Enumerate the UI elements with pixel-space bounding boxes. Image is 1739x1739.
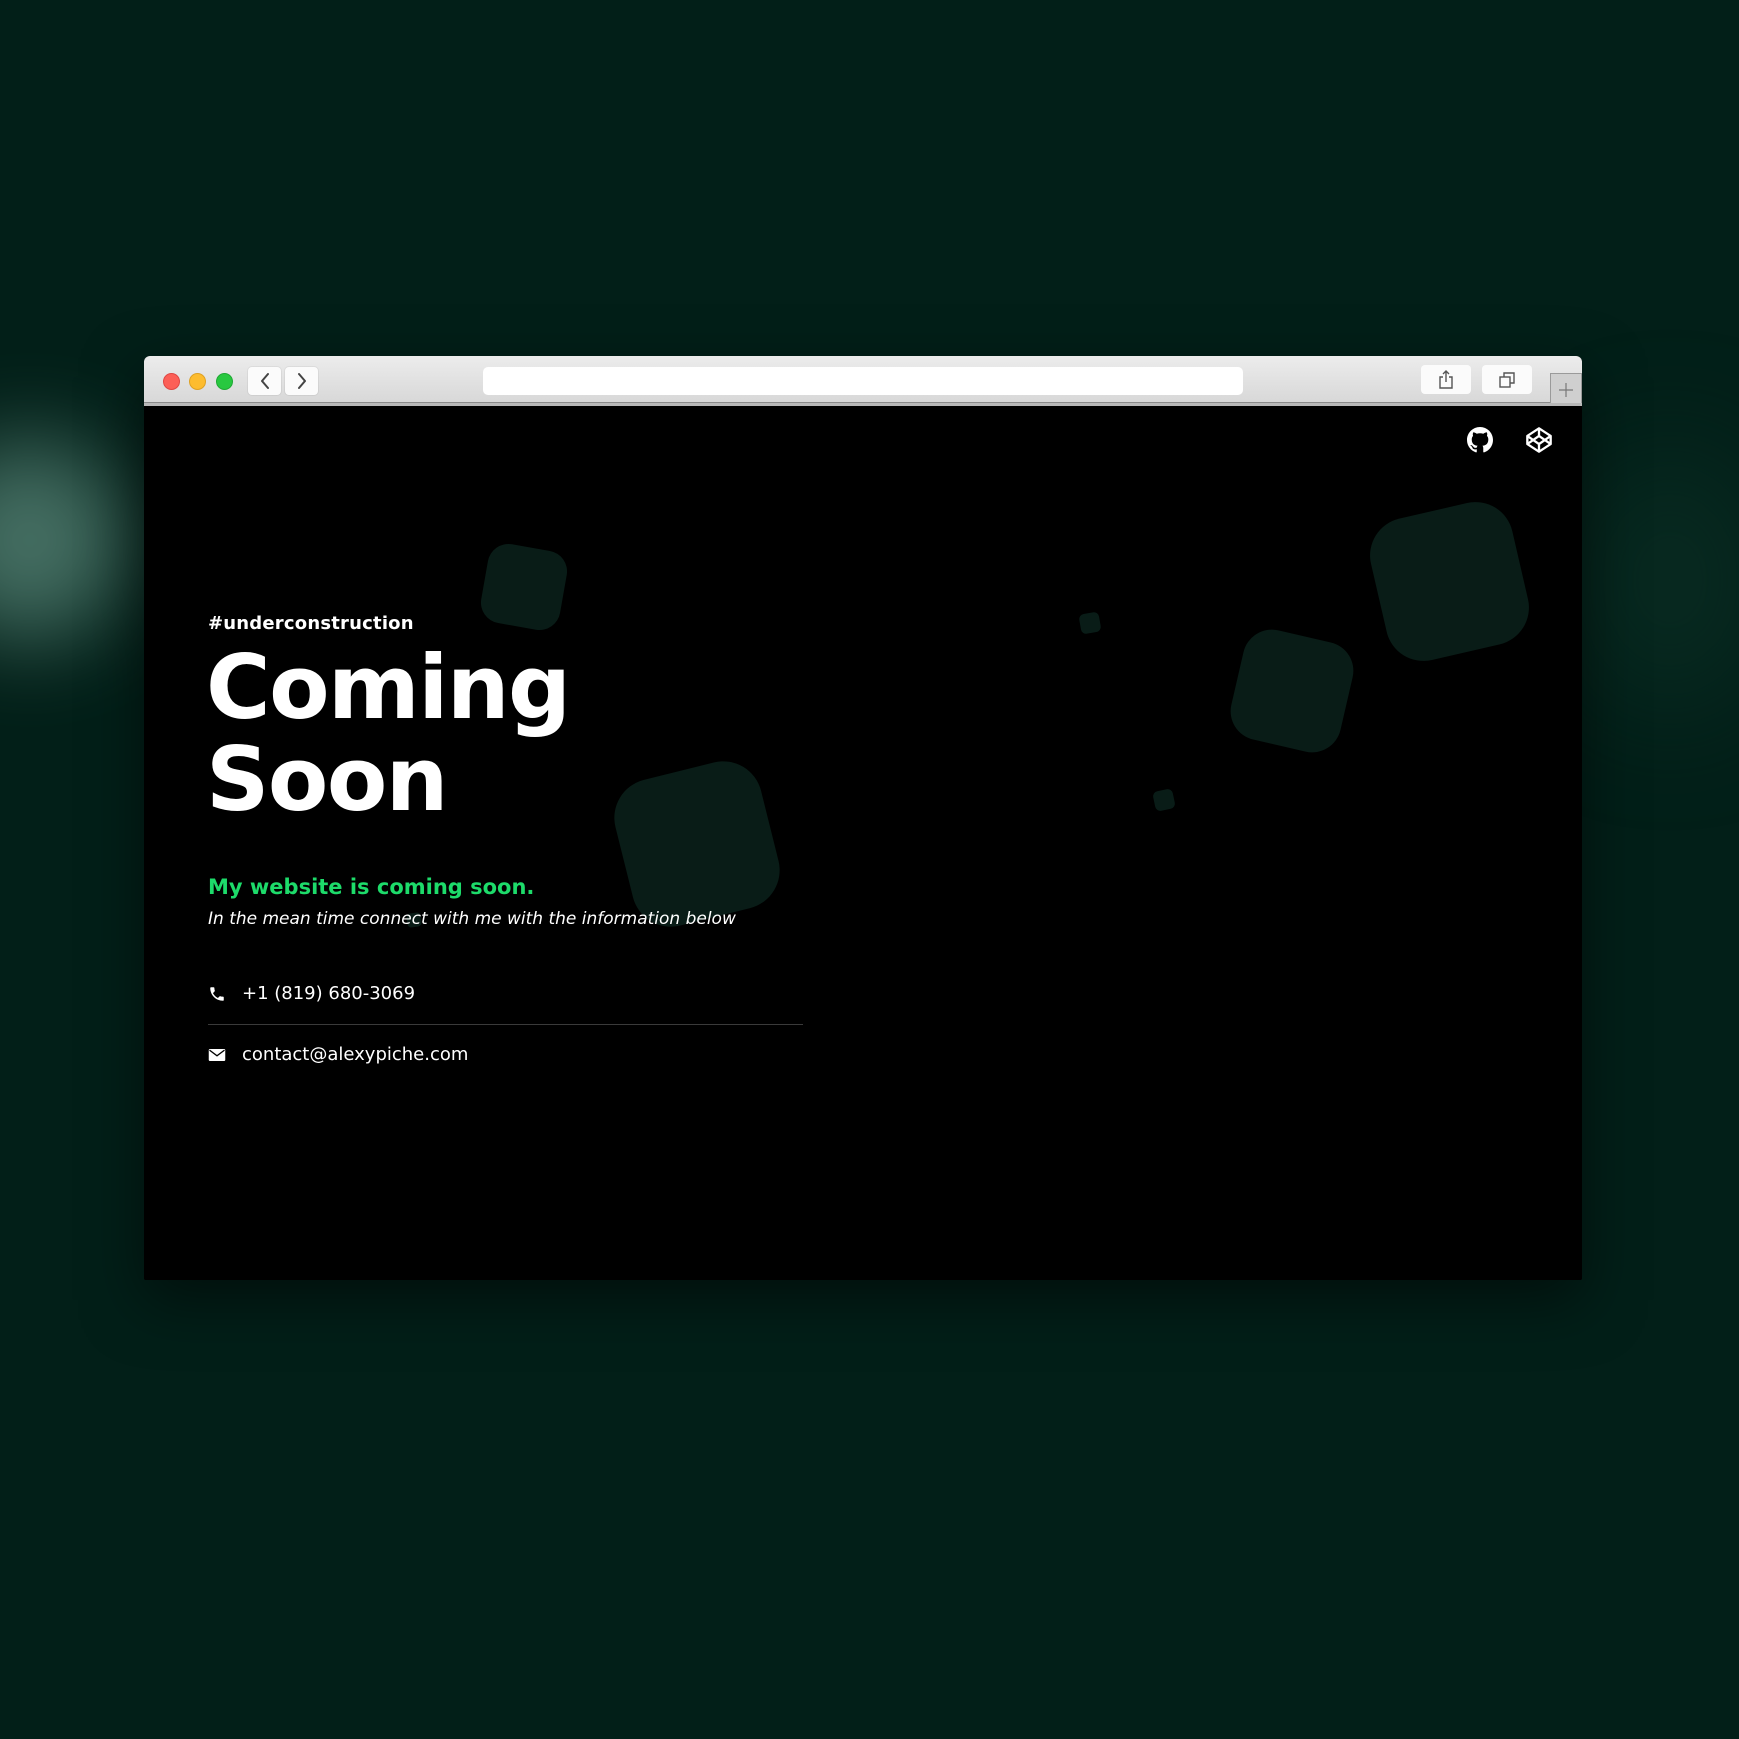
phone-icon — [208, 985, 242, 1003]
codepen-icon — [1526, 427, 1552, 453]
browser-toolbar — [144, 356, 1582, 406]
forward-button[interactable] — [285, 367, 318, 395]
close-window-button[interactable] — [163, 373, 180, 390]
chevron-right-icon — [297, 373, 306, 389]
hero-section: #underconstruction Coming Soon My websit… — [206, 613, 803, 1085]
decorative-shape — [1078, 611, 1102, 635]
chevron-left-icon — [260, 373, 269, 389]
tabs-overview-icon — [1499, 371, 1515, 388]
github-icon — [1467, 427, 1493, 453]
back-button[interactable] — [248, 367, 281, 395]
subtitle: My website is coming soon. — [208, 874, 535, 899]
contact-email-row[interactable]: contact@alexypiche.com — [208, 1025, 803, 1085]
contact-phone-row[interactable]: +1 (819) 680-3069 — [208, 964, 803, 1025]
address-bar[interactable] — [483, 367, 1243, 395]
codepen-link[interactable] — [1524, 425, 1554, 455]
zoom-window-button[interactable] — [216, 373, 233, 390]
browser-window: #underconstruction Coming Soon My websit… — [144, 356, 1582, 1280]
decorative-shape — [1152, 788, 1176, 812]
share-button[interactable] — [1421, 365, 1471, 394]
envelope-icon — [208, 1047, 242, 1063]
decorative-shape — [1224, 623, 1360, 759]
minimize-window-button[interactable] — [189, 373, 206, 390]
hashtag-label: #underconstruction — [208, 613, 414, 634]
tab-overview-button[interactable] — [1482, 365, 1532, 394]
backdrop-glow — [1580, 450, 1739, 710]
backdrop-glow — [0, 440, 130, 640]
phone-number[interactable]: +1 (819) 680-3069 — [242, 983, 415, 1004]
description: In the mean time connect with me with th… — [208, 908, 736, 929]
email-address[interactable]: contact@alexypiche.com — [242, 1044, 468, 1065]
new-tab-button[interactable] — [1550, 373, 1582, 406]
share-icon — [1439, 369, 1453, 389]
page-title: Coming Soon — [206, 636, 571, 832]
page-content: #underconstruction Coming Soon My websit… — [144, 407, 1582, 1280]
decorative-shape — [1362, 494, 1537, 669]
plus-icon — [1559, 382, 1573, 397]
github-link[interactable] — [1465, 425, 1495, 455]
